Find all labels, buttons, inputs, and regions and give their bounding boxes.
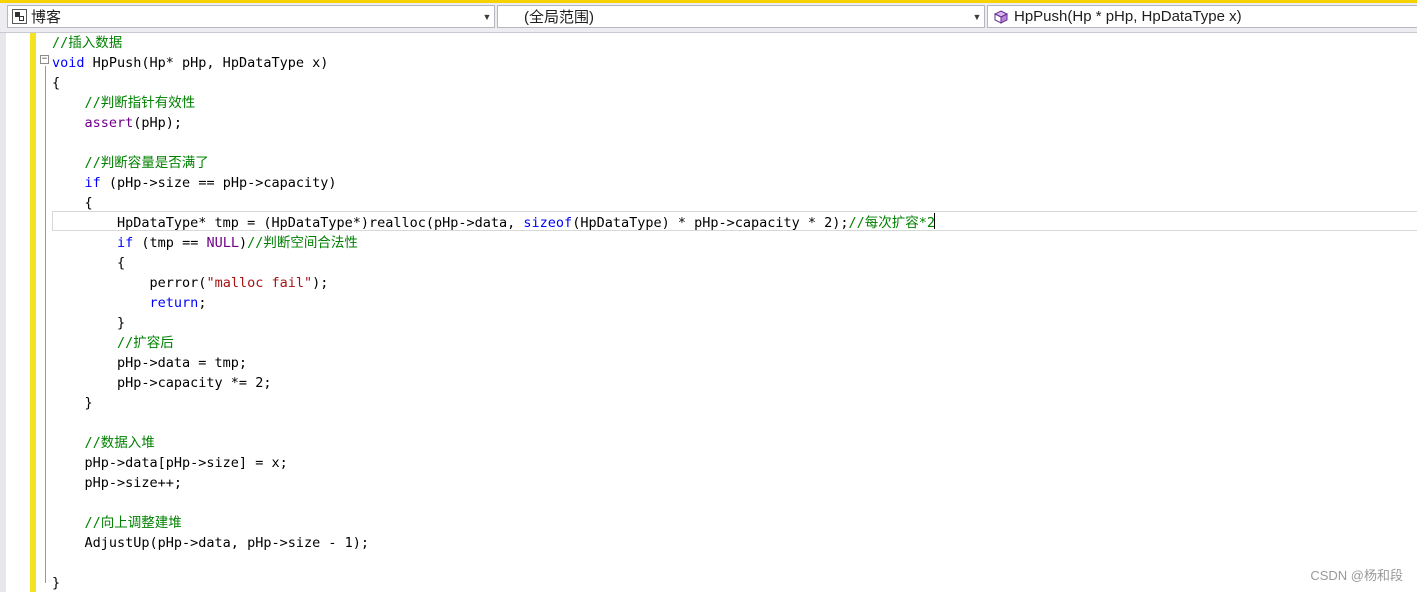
code-token: assert: [84, 115, 134, 131]
code-line[interactable]: }: [52, 313, 125, 333]
code-token: (pHp);: [133, 115, 183, 131]
code-token: HpDataType* tmp = (HpDataType*)realloc(p…: [52, 215, 524, 231]
code-line[interactable]: AdjustUp(pHp->data, pHp->size - 1);: [52, 533, 369, 553]
code-line[interactable]: //判断容量是否满了: [52, 153, 209, 173]
code-line[interactable]: {: [52, 193, 93, 213]
code-token: NULL: [206, 235, 239, 251]
code-line[interactable]: //数据入堆: [52, 433, 155, 453]
code-token: sizeof: [523, 215, 573, 231]
code-token: ;: [198, 295, 207, 311]
dropdown-arrow-icon[interactable]: ▼: [480, 6, 494, 27]
code-token: //判断空间合法性: [247, 235, 358, 251]
code-line[interactable]: pHp->capacity *= 2;: [52, 373, 271, 393]
code-editor[interactable]: − //插入数据 void HpPush(Hp* pHp, HpDataType …: [0, 33, 1417, 592]
code-line[interactable]: //扩容后: [52, 333, 174, 353]
code-token: //数据入堆: [84, 435, 155, 451]
code-token: return: [149, 295, 199, 311]
code-line[interactable]: return;: [52, 293, 207, 313]
navigation-bar: 博客 ▼ (全局范围) ▼ HpPush(Hp * pHp, HpDataTyp…: [0, 0, 1417, 33]
code-line[interactable]: perror("malloc fail");: [52, 273, 329, 293]
code-line[interactable]: {: [52, 253, 125, 273]
code-line[interactable]: if (tmp == NULL)//判断空间合法性: [52, 233, 358, 253]
code-line[interactable]: //判断指针有效性: [52, 93, 196, 113]
code-line[interactable]: }: [52, 393, 93, 413]
code-token: {: [52, 75, 61, 91]
project-dropdown-value: 博客: [31, 9, 62, 26]
code-token: pHp->capacity *= 2;: [52, 375, 272, 391]
code-token: AdjustUp(pHp->data, pHp->size - 1);: [52, 535, 369, 551]
editor-margin: [0, 33, 6, 592]
text-caret: [934, 213, 935, 229]
code-token: //判断指针有效性: [84, 95, 196, 111]
dropdown-arrow-icon[interactable]: ▼: [970, 6, 984, 27]
code-line[interactable]: //插入数据: [52, 33, 122, 53]
accent-line: [0, 0, 1417, 3]
code-token: );: [312, 275, 329, 291]
code-line[interactable]: pHp->size++;: [52, 473, 183, 493]
watermark: CSDN @杨和段: [1310, 568, 1403, 583]
code-line[interactable]: assert(pHp);: [52, 113, 183, 133]
code-token: (pHp->size == pHp->capacity): [100, 175, 337, 191]
scope-dropdown[interactable]: (全局范围) ▼: [497, 5, 985, 28]
code-token: //判断容量是否满了: [84, 155, 209, 171]
project-icon: [12, 9, 27, 24]
code-line[interactable]: pHp->data = tmp;: [52, 353, 247, 373]
code-token: HpPush(Hp* pHp, HpDataType x): [84, 55, 329, 71]
code-token: }: [52, 315, 126, 331]
code-token: if: [117, 235, 134, 251]
code-line[interactable]: //向上调整建堆: [52, 513, 182, 533]
code-line[interactable]: HpDataType* tmp = (HpDataType*)realloc(p…: [52, 213, 935, 233]
code-token: (HpDataType) * pHp->capacity * 2);: [572, 215, 849, 231]
code-token: //每次扩容*2: [848, 215, 936, 231]
code-token: //插入数据: [52, 35, 123, 51]
code-token: pHp->data = tmp;: [52, 355, 248, 371]
code-token: ): [238, 235, 248, 251]
code-token: {: [52, 255, 126, 271]
code-token: if: [84, 175, 101, 191]
scope-dropdown-value: (全局范围): [524, 9, 594, 26]
code-token: {: [52, 195, 93, 211]
code-token: (tmp ==: [133, 235, 207, 251]
project-dropdown[interactable]: 博客 ▼: [7, 5, 495, 28]
collapse-toggle-icon[interactable]: −: [40, 55, 49, 64]
code-token: "malloc fail": [206, 275, 313, 291]
member-dropdown-value: HpPush(Hp * pHp, HpDataType x): [1014, 8, 1242, 25]
change-indicator-bar: [30, 33, 36, 592]
code-line[interactable]: if (pHp->size == pHp->capacity): [52, 173, 337, 193]
code-token: perror(: [52, 275, 207, 291]
code-line[interactable]: }: [52, 573, 60, 593]
code-line[interactable]: {: [52, 73, 60, 93]
code-token: }: [52, 395, 93, 411]
code-line[interactable]: void HpPush(Hp* pHp, HpDataType x): [52, 53, 328, 73]
member-dropdown[interactable]: HpPush(Hp * pHp, HpDataType x): [987, 5, 1417, 28]
outline-line: [45, 66, 46, 583]
function-cube-icon: [990, 9, 1012, 24]
code-token: void: [52, 55, 85, 71]
code-token: pHp->data[pHp->size] = x;: [52, 455, 288, 471]
code-token: pHp->size++;: [52, 475, 183, 491]
code-token: }: [52, 575, 61, 591]
code-line[interactable]: pHp->data[pHp->size] = x;: [52, 453, 288, 473]
code-token: //扩容后: [117, 335, 174, 351]
code-token: //向上调整建堆: [84, 515, 182, 531]
